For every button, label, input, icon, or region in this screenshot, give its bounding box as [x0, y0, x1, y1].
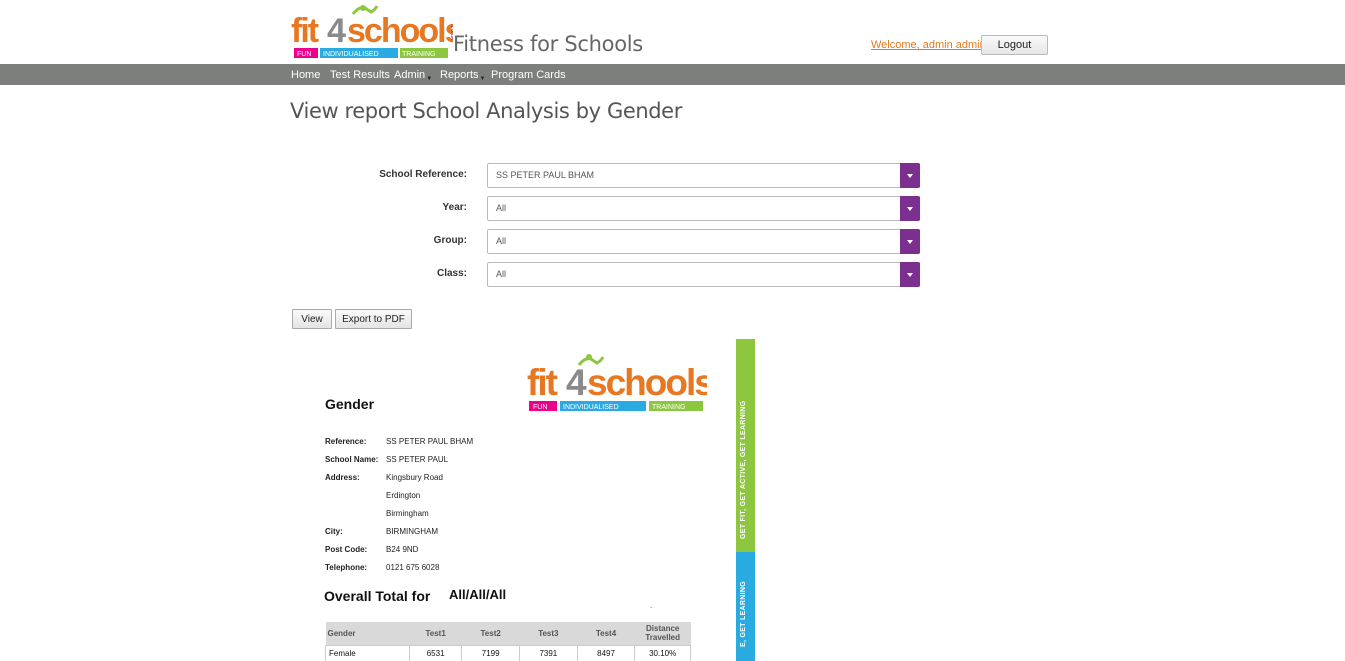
info-value: Birmingham — [386, 509, 429, 518]
select-value: All — [496, 203, 507, 213]
info-value: SS PETER PAUL BHAM — [386, 437, 474, 446]
column-header: Test3 — [519, 622, 578, 645]
svg-text:TRAINING: TRAINING — [652, 404, 685, 411]
year-select[interactable]: All — [487, 196, 920, 221]
select-value: All — [496, 269, 507, 279]
group-label: Group: — [433, 235, 467, 246]
svg-text:INDIVIDUALISED: INDIVIDUALISED — [323, 51, 379, 58]
column-header: Gender — [325, 622, 410, 645]
overall-total-value: All/All/All — [449, 587, 507, 602]
school-reference-select[interactable]: SS PETER PAUL BHAM — [487, 163, 920, 188]
info-label: School Name: — [325, 455, 379, 464]
info-value: Kingsbury Road — [386, 473, 443, 482]
table-cell: 30.10% — [634, 644, 691, 661]
info-label: Address: — [325, 473, 360, 482]
site-header: fit 4 schools .co.uk FUN INDIVIDUALISED … — [0, 0, 1345, 64]
select-value: SS PETER PAUL BHAM — [496, 170, 595, 180]
table-cell: 8497 — [576, 644, 636, 661]
separator-dot: . — [650, 601, 653, 610]
report-preview: GET FIT, GET ACTIVE, GET LEARNING E, GET… — [290, 339, 755, 661]
side-banner-text: GET FIT, GET ACTIVE, GET LEARNING — [740, 400, 747, 539]
chevron-down-icon: ▼ — [479, 76, 486, 82]
table-cell: 7199 — [461, 644, 521, 661]
year-label: Year: — [442, 202, 467, 213]
table-cell: 6531 — [408, 644, 463, 661]
nav-home[interactable]: Home — [291, 69, 320, 81]
table-row: Female 6531 7199 7391 8497 30.10% — [325, 644, 691, 661]
column-header: Test1 — [409, 622, 462, 645]
info-label: Telephone: — [325, 563, 368, 572]
info-label: Post Code: — [325, 545, 368, 554]
info-value: 0121 675 6028 — [386, 563, 440, 572]
info-label: Reference: — [325, 437, 367, 446]
info-value: Erdington — [386, 491, 421, 500]
report-heading: Gender — [325, 396, 375, 412]
class-select[interactable]: All — [487, 262, 920, 287]
report-logo: fit 4 schools FUN INDIVIDUALISED TRAININ… — [527, 354, 707, 411]
page-title: View report School Analysis by Gender — [290, 99, 682, 123]
info-value: BIRMINGHAM — [386, 527, 438, 536]
nav-reports[interactable]: Reports▼ — [440, 69, 486, 82]
svg-text:fit: fit — [527, 362, 558, 403]
site-title: Fitness for Schools — [453, 32, 643, 56]
dropdown-arrow-icon[interactable] — [900, 163, 920, 188]
svg-text:schools: schools — [347, 12, 453, 50]
svg-text:4: 4 — [566, 362, 587, 403]
nav-program-cards[interactable]: Program Cards — [491, 69, 566, 81]
side-banner-blue: E, GET LEARNING — [736, 552, 755, 661]
gender-totals-table: Gender Test1 Test2 Test3 Test4 Distance … — [325, 622, 691, 661]
select-value: All — [496, 236, 507, 246]
svg-text:INDIVIDUALISED: INDIVIDUALISED — [563, 404, 619, 411]
view-button[interactable]: View — [292, 309, 332, 329]
main-nav: Home Test Results Admin▼ Reports▼ Progra… — [0, 64, 1345, 85]
side-banner-green: GET FIT, GET ACTIVE, GET LEARNING — [736, 339, 755, 552]
column-header: Test2 — [461, 622, 520, 645]
dropdown-arrow-icon[interactable] — [900, 262, 920, 287]
side-banner-text: E, GET LEARNING — [740, 581, 747, 647]
welcome-user-link[interactable]: Welcome, admin admin — [871, 39, 986, 51]
svg-text:fit: fit — [291, 12, 319, 50]
logout-button[interactable]: Logout — [981, 35, 1048, 55]
fit4schools-logo[interactable]: fit 4 schools .co.uk FUN INDIVIDUALISED … — [291, 4, 453, 60]
table-header-row: Gender Test1 Test2 Test3 Test4 Distance … — [325, 622, 691, 645]
info-value: B24 9ND — [386, 545, 419, 554]
dropdown-arrow-icon[interactable] — [900, 229, 920, 254]
svg-text:FUN: FUN — [533, 404, 547, 411]
school-reference-label: School Reference: — [379, 169, 467, 180]
dropdown-arrow-icon[interactable] — [900, 196, 920, 221]
nav-admin[interactable]: Admin▼ — [394, 69, 433, 82]
svg-text:schools: schools — [587, 362, 707, 403]
table-cell: Female — [325, 644, 410, 661]
info-value: SS PETER PAUL — [386, 455, 449, 464]
column-header: Distance Travelled — [634, 622, 691, 645]
nav-test-results[interactable]: Test Results — [330, 69, 390, 81]
svg-text:4: 4 — [327, 12, 346, 50]
overall-total-label: Overall Total for — [324, 588, 431, 604]
info-label: City: — [325, 527, 343, 536]
nav-reports-label: Reports — [440, 69, 479, 81]
group-select[interactable]: All — [487, 229, 920, 254]
export-pdf-button[interactable]: Export to PDF — [335, 309, 412, 329]
chevron-down-icon: ▼ — [426, 76, 433, 82]
column-header: Test4 — [577, 622, 635, 645]
class-label: Class: — [436, 268, 467, 279]
svg-text:TRAINING: TRAINING — [402, 51, 435, 58]
table-cell: 7391 — [519, 644, 578, 661]
svg-text:FUN: FUN — [297, 51, 311, 58]
nav-admin-label: Admin — [394, 69, 426, 81]
